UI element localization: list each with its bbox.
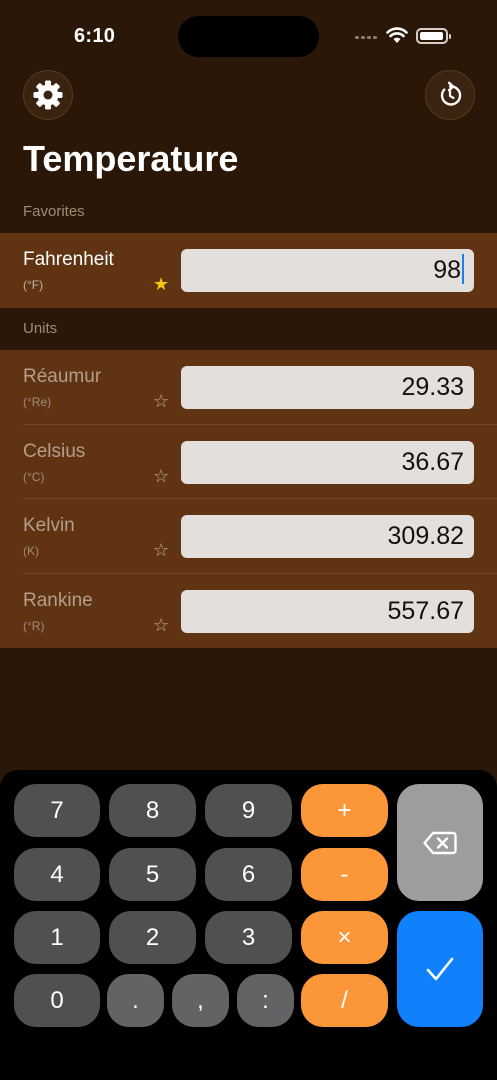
status-time: 6:10	[74, 25, 116, 47]
unit-row-reaumur[interactable]: Réaumur (°Re) ☆ 29.33	[0, 350, 497, 425]
wifi-icon	[386, 27, 408, 43]
unit-symbol: (°Re)	[23, 395, 52, 409]
backspace-icon	[423, 831, 457, 854]
unit-row-celsius[interactable]: Celsius (°C) ☆ 36.67	[0, 425, 497, 499]
key-minus[interactable]: -	[301, 848, 388, 901]
key-2[interactable]: 2	[109, 911, 196, 964]
unit-name: Rankine	[23, 589, 93, 611]
unit-name: Réaumur	[23, 366, 102, 387]
key-1[interactable]: 1	[14, 911, 100, 964]
key-3[interactable]: 3	[205, 911, 292, 964]
kelvin-value-field[interactable]: 309.82	[181, 515, 474, 558]
backspace-button[interactable]	[397, 784, 483, 901]
unit-row-rankine[interactable]: Rankine (°R) ☆ 557.67	[0, 574, 497, 649]
unit-name: Kelvin	[23, 515, 75, 536]
key-4[interactable]: 4	[14, 848, 100, 901]
unit-symbol: (°C)	[23, 469, 45, 484]
unit-row-fahrenheit[interactable]: Fahrenheit (°F) ★ 98	[0, 233, 497, 308]
reset-button[interactable]	[425, 70, 475, 120]
star-icon[interactable]: ☆	[153, 392, 169, 410]
page-title: Temperature	[23, 138, 239, 179]
battery-icon	[416, 28, 451, 44]
unit-symbol: (°R)	[23, 618, 45, 633]
unit-row-kelvin[interactable]: Kelvin (K) ☆ 309.82	[0, 499, 497, 574]
key-6[interactable]: 6	[205, 848, 292, 901]
status-bar: 6:10	[0, 0, 497, 70]
star-icon[interactable]: ☆	[153, 467, 169, 485]
star-icon[interactable]: ★	[153, 275, 169, 293]
key-0[interactable]: 0	[14, 974, 100, 1027]
done-button[interactable]	[397, 911, 483, 1027]
key-5[interactable]: 5	[109, 848, 196, 901]
key-7[interactable]: 7	[14, 784, 100, 837]
unit-symbol: (°F)	[23, 278, 44, 292]
key-dot[interactable]: .	[107, 974, 164, 1027]
key-divide[interactable]: /	[301, 974, 388, 1027]
unit-name: Celsius	[23, 440, 86, 462]
star-icon[interactable]: ☆	[153, 616, 169, 634]
unit-symbol: (K)	[23, 544, 39, 558]
settings-button[interactable]	[23, 70, 73, 120]
key-plus[interactable]: +	[301, 784, 388, 837]
value-text: 98	[433, 256, 461, 284]
dynamic-island	[178, 16, 319, 57]
signal-icon	[355, 34, 379, 40]
key-8[interactable]: 8	[109, 784, 196, 837]
reset-icon	[440, 81, 462, 106]
star-icon[interactable]: ☆	[153, 541, 169, 559]
key-9[interactable]: 9	[205, 784, 292, 837]
key-comma[interactable]: ,	[172, 974, 229, 1027]
key-colon[interactable]: :	[237, 974, 294, 1027]
reaumur-value-field[interactable]: 29.33	[181, 366, 474, 409]
favorites-section-label: Favorites	[23, 203, 85, 220]
gear-icon	[33, 80, 63, 110]
rankine-value-field[interactable]: 557.67	[181, 589, 474, 633]
key-multiply[interactable]: ×	[301, 911, 388, 964]
checkmark-icon	[426, 957, 454, 981]
keypad: 7 8 9 + 4 5 6 - 1 2 3 × 0 . , : /	[0, 770, 497, 1080]
celsius-value-field[interactable]: 36.67	[181, 440, 474, 484]
fahrenheit-value-field[interactable]: 98	[181, 249, 474, 292]
favorites-list: Fahrenheit (°F) ★ 98	[0, 233, 497, 308]
text-caret	[462, 254, 464, 285]
unit-name: Fahrenheit	[23, 249, 114, 270]
units-list: Réaumur (°Re) ☆ 29.33 Celsius (°C) ☆ 36.…	[0, 350, 497, 648]
units-section-label: Units	[23, 320, 58, 337]
